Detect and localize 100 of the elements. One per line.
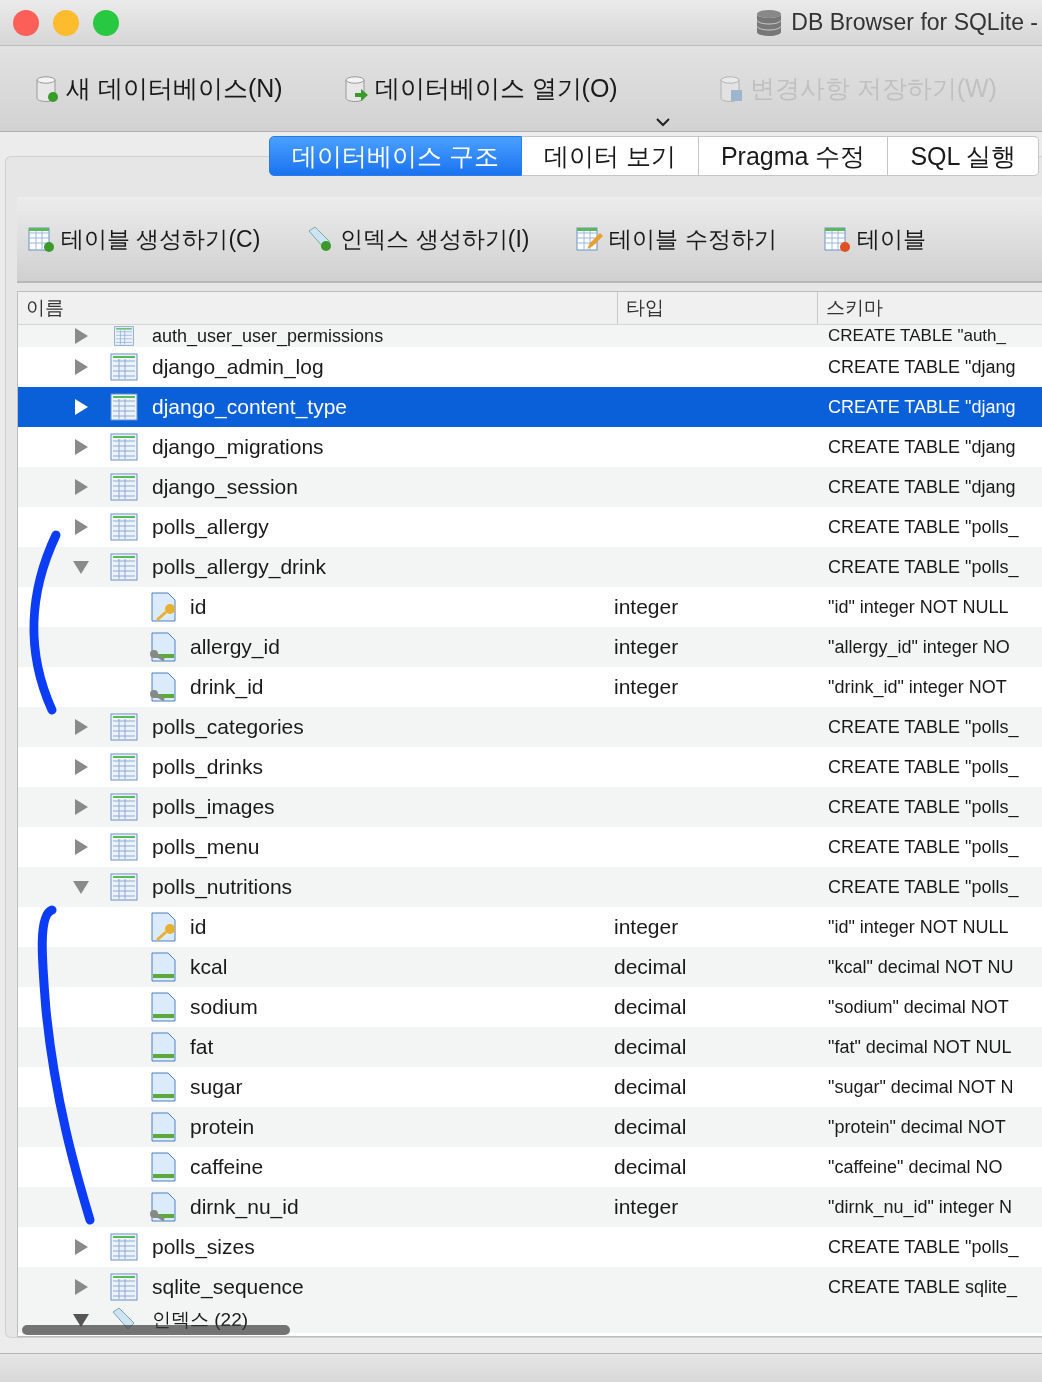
- field-type: decimal: [614, 1075, 688, 1099]
- tab[interactable]: 데이터 보기: [521, 136, 699, 176]
- table-delete-icon: [822, 225, 851, 253]
- schema-text: CREATE TABLE "polls_: [828, 556, 1019, 578]
- tree-row[interactable]: dirnk_nu_id integer "dirnk_nu_id" integer N: [18, 1187, 1042, 1227]
- schema-text: "id" integer NOT NULL: [828, 596, 1009, 618]
- new-database-button[interactable]: 새 데이터베이스(N): [34, 72, 283, 105]
- tree-row[interactable]: fat decimal "fat" decimal NOT NUL: [18, 1027, 1042, 1067]
- key-field-icon: [148, 912, 178, 942]
- table-name: polls_images: [152, 795, 276, 819]
- edit-table-button[interactable]: 테이블 수정하기: [575, 223, 777, 255]
- table-icon: [110, 873, 138, 901]
- field-name: id: [190, 915, 208, 939]
- schema-text: CREATE TABLE "djang: [828, 396, 1016, 418]
- wrench-field-icon: [148, 632, 178, 662]
- field-type: decimal: [614, 955, 688, 979]
- create-table-button[interactable]: 테이블 생성하기(C): [27, 223, 261, 255]
- key-field-icon: [148, 592, 178, 622]
- field-type: integer: [614, 1195, 680, 1219]
- field-type: integer: [614, 915, 680, 939]
- tree-row[interactable]: polls_nutritions CREATE TABLE "polls_: [18, 867, 1042, 907]
- field-name: allergy_id: [190, 635, 281, 659]
- schema-text: "drink_id" integer NOT: [828, 676, 1007, 698]
- tree-row[interactable]: django_content_type CREATE TABLE "djang: [18, 387, 1042, 427]
- expand-arrow-icon[interactable]: [72, 518, 90, 536]
- tab[interactable]: SQL 실행: [888, 136, 1040, 176]
- schema-text: CREATE TABLE "polls_: [828, 1236, 1019, 1258]
- expand-arrow-icon[interactable]: [72, 1238, 90, 1256]
- tree-row[interactable]: allergy_id integer "allergy_id" integer NO: [18, 627, 1042, 667]
- tree-row[interactable]: protein decimal "protein" decimal NOT: [18, 1107, 1042, 1147]
- wrench-field-icon: [148, 672, 178, 702]
- chevron-icon[interactable]: [655, 117, 671, 127]
- table-icon: [110, 793, 138, 821]
- expand-arrow-icon[interactable]: [72, 327, 90, 345]
- schema-text: "kcal" decimal NOT NU: [828, 956, 1014, 978]
- table-name: sqlite_sequence: [152, 1275, 305, 1299]
- expand-arrow-icon[interactable]: [72, 798, 90, 816]
- expand-arrow-icon[interactable]: [72, 478, 90, 496]
- field-type: decimal: [614, 1155, 688, 1179]
- field-name: sodium: [190, 995, 259, 1019]
- database-icon: [755, 8, 784, 37]
- expand-arrow-icon[interactable]: [72, 1278, 90, 1296]
- tree-row[interactable]: auth_user_user_permissions CREATE TABLE "auth_: [18, 325, 1042, 347]
- expand-arrow-icon[interactable]: [72, 358, 90, 376]
- table-create-icon: [27, 225, 55, 253]
- field-name: sugar: [190, 1075, 244, 1099]
- schema-text: CREATE TABLE "polls_: [828, 876, 1019, 898]
- expand-arrow-icon[interactable]: [72, 438, 90, 456]
- create-index-button[interactable]: 인덱스 생성하기(I): [306, 223, 530, 255]
- field-icon: [148, 1072, 178, 1102]
- table-name: polls_drinks: [152, 755, 264, 779]
- tree-row[interactable]: django_session CREATE TABLE "djang: [18, 467, 1042, 507]
- collapse-arrow-icon[interactable]: [72, 558, 90, 576]
- collapse-arrow-icon[interactable]: [72, 878, 90, 896]
- tab[interactable]: Pragma 수정: [698, 136, 889, 176]
- schema-text: CREATE TABLE "auth_: [828, 326, 1006, 346]
- tree-row[interactable]: polls_images CREATE TABLE "polls_: [18, 787, 1042, 827]
- table-icon: [110, 1233, 138, 1261]
- field-name: fat: [190, 1035, 215, 1059]
- wrench-field-icon: [148, 1192, 178, 1222]
- tree-row[interactable]: kcal decimal "kcal" decimal NOT NU: [18, 947, 1042, 987]
- schema-text: CREATE TABLE "polls_: [828, 796, 1019, 818]
- tree-row[interactable]: polls_categories CREATE TABLE "polls_: [18, 707, 1042, 747]
- close-button[interactable]: [13, 9, 39, 36]
- expand-arrow-icon[interactable]: [72, 758, 90, 776]
- table-name: django_content_type: [152, 395, 348, 419]
- field-icon: [148, 1152, 178, 1182]
- schema-text: CREATE TABLE "polls_: [828, 516, 1019, 538]
- field-name: id: [190, 595, 208, 619]
- table-icon: [110, 713, 138, 741]
- expand-arrow-icon[interactable]: [72, 838, 90, 856]
- table-name: polls_allergy_drink: [152, 555, 327, 579]
- tree-row[interactable]: sqlite_sequence CREATE TABLE sqlite_: [18, 1267, 1042, 1307]
- expand-arrow-icon[interactable]: [72, 718, 90, 736]
- table-name: django_admin_log: [152, 355, 325, 379]
- column-header[interactable]: 스키마: [818, 292, 1042, 324]
- tree-row[interactable]: polls_allergy_drink CREATE TABLE "polls_: [18, 547, 1042, 587]
- expand-arrow-icon[interactable]: [72, 398, 90, 416]
- schema-text: "protein" decimal NOT: [828, 1116, 1006, 1138]
- schema-text: CREATE TABLE "polls_: [828, 716, 1019, 738]
- delete-table-button[interactable]: 테이블: [822, 223, 926, 255]
- table-name: polls_categories: [152, 715, 305, 739]
- zoom-button[interactable]: [93, 9, 119, 36]
- table-icon: [110, 353, 138, 381]
- table-icon: [110, 753, 138, 781]
- table-icon: [110, 833, 138, 861]
- schema-text: "allergy_id" integer NO: [828, 636, 1010, 658]
- table-name: django_session: [152, 475, 299, 499]
- column-header[interactable]: 이름: [18, 292, 618, 324]
- table-icon: [110, 553, 138, 581]
- column-header[interactable]: 타입: [618, 292, 818, 324]
- schema-text: "dirnk_nu_id" integer N: [828, 1196, 1012, 1218]
- field-name: kcal: [190, 955, 229, 979]
- field-icon: [148, 1112, 178, 1142]
- table-name: polls_nutritions: [152, 875, 294, 899]
- tab[interactable]: 데이터베이스 구조: [269, 136, 522, 176]
- index-group-label: 인덱스 (22): [152, 1308, 249, 1332]
- database-open-icon: [342, 74, 369, 103]
- table-icon: [110, 393, 138, 421]
- open-database-button[interactable]: 데이터베이스 열기(O): [342, 72, 618, 105]
